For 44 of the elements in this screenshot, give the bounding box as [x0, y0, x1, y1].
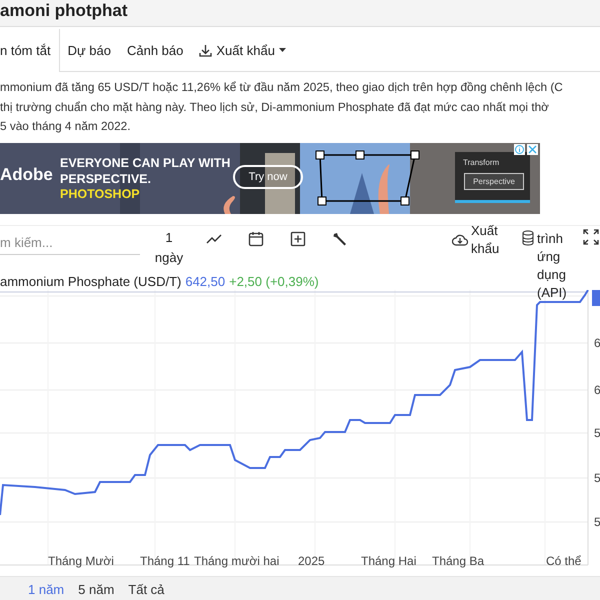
range-button[interactable]: 5 năm	[78, 582, 114, 597]
wrench-icon[interactable]	[332, 230, 348, 246]
axis-label: Tháng 11	[140, 554, 190, 568]
tab[interactable]: Xuất khẩu	[191, 29, 294, 71]
ad-product: PHOTOSHOP	[60, 186, 140, 200]
cloud-download-icon	[452, 232, 468, 246]
axis-label: Tháng Hai	[361, 554, 416, 568]
axis-label: 6	[594, 382, 600, 396]
axis-label: Tháng Mười	[48, 554, 114, 568]
axis-label: Tháng mười hai	[194, 554, 280, 568]
info-icon[interactable]	[514, 144, 525, 154]
api-button[interactable]: trình ứng dụng (API)	[522, 230, 569, 302]
axis-label: 5	[594, 426, 600, 440]
range-button[interactable]: 1 năm	[28, 582, 64, 597]
series-name: ammonium Phosphate (USD/T)	[0, 274, 182, 290]
database-icon	[522, 230, 534, 246]
download-icon	[199, 44, 212, 56]
axis-label: 5	[594, 470, 600, 484]
axis-label: 5	[594, 514, 600, 528]
price-value: 642,50	[185, 274, 226, 290]
summary-text: mmonium đã tăng 65 USD/T hoặc 11,26% kể từ đầu năm 2025, theo giao dịch trên hợp đồng chênh lệch (C thị trường chuẩn cho mặt hàng này. Theo lịch sử, Di-ammonium Phosphate đã đạt mức cao nhất mọi thờ 5 vào tháng 4 năm 2022.	[0, 79, 564, 135]
price-badge	[592, 290, 600, 306]
range-button[interactable]: Tất cả	[128, 582, 164, 597]
ad-headline: EVERYONE CAN PLAY WITH PERSPECTIVE.	[60, 154, 232, 186]
axis-label: 6	[594, 336, 600, 350]
plus-icon[interactable]	[290, 230, 306, 246]
page-title: amoni photphat	[0, 0, 600, 27]
brand-text: Adobe	[0, 164, 53, 184]
perspective-button[interactable]: Perspective	[464, 172, 524, 190]
axis-label: Có thể	[546, 554, 582, 568]
close-icon[interactable]	[527, 144, 538, 154]
calendar-icon[interactable]	[248, 230, 264, 246]
tab[interactable]: Dự báo	[60, 29, 119, 71]
fullscreen-icon[interactable]	[583, 228, 599, 244]
try-now-button[interactable]: Try now	[233, 164, 303, 188]
price-change: +2,50 (+0,39%)	[229, 274, 319, 290]
caret-icon	[278, 48, 286, 52]
tab[interactable]: n tóm tắt	[0, 29, 60, 72]
export-button[interactable]: Xuất khẩu	[452, 222, 503, 258]
axis-label: Tháng Ba	[432, 554, 484, 568]
tab[interactable]: Cảnh báo	[118, 29, 192, 71]
interval-button[interactable]: 1 ngày	[154, 228, 184, 268]
axis-label: 2025	[298, 554, 325, 568]
panel-title: Transform	[463, 158, 500, 166]
